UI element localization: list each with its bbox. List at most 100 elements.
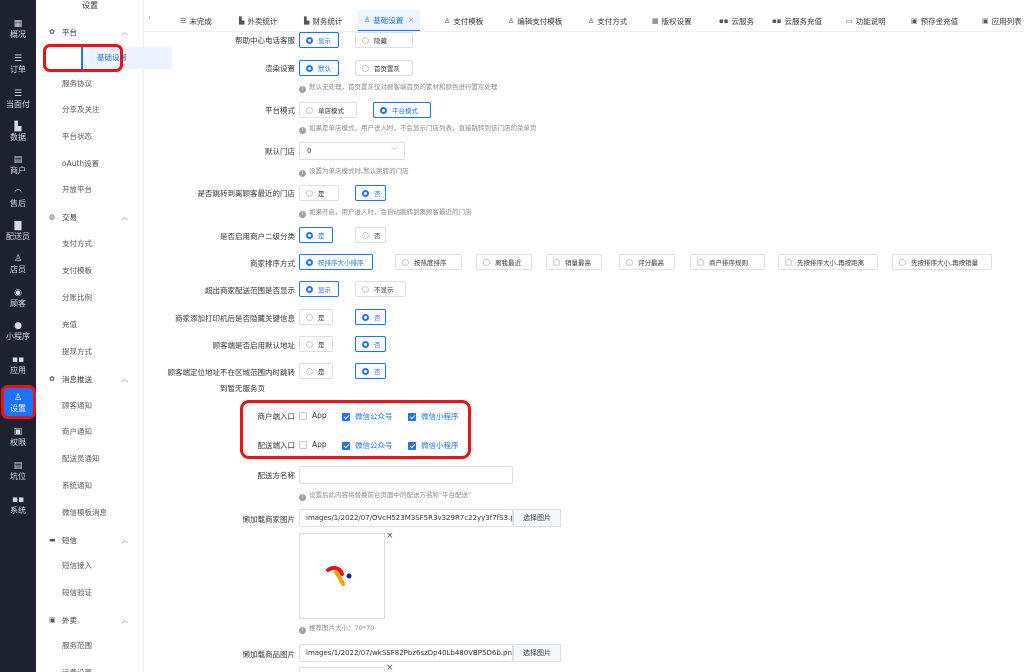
- rail-item-apps[interactable]: ▪▪ 应用: [0, 350, 36, 380]
- tab-edit-pay-template[interactable]: ♙ 编辑支付模板: [508, 10, 562, 31]
- default-address-yes-radio[interactable]: 是: [299, 336, 333, 352]
- tab-pay-method[interactable]: ♙ 支付方式: [588, 10, 627, 31]
- lazy-merchant-img-input[interactable]: images/1/2022/07/OVcH523M3SF5R3v329R7c22…: [299, 509, 513, 527]
- render-default-radio[interactable]: 默认: [299, 60, 339, 76]
- section-sms[interactable]: ▬ 短信 ︿: [36, 528, 144, 552]
- help-phone-show-radio[interactable]: 显示: [299, 32, 339, 48]
- tab-takeout-stats[interactable]: ▙ 外卖统计: [239, 10, 277, 31]
- orders-icon: ☰: [13, 53, 23, 64]
- tab-pay-template[interactable]: ♙ 支付模板: [444, 10, 484, 31]
- menu-pay-template[interactable]: 支付模板: [62, 260, 144, 282]
- out-of-range-show-radio[interactable]: 显示: [299, 281, 339, 297]
- rail-item-merchant[interactable]: ▤ 商户: [0, 150, 36, 180]
- menu-split-ratio[interactable]: 分账比例: [62, 287, 144, 309]
- locate-jump-yes-radio[interactable]: 是: [299, 363, 333, 379]
- lazy-goods-select-image-button[interactable]: 选择图片: [513, 644, 561, 662]
- radio-dot: [362, 340, 369, 348]
- rail-item-customer[interactable]: ◉ 顾客: [0, 283, 36, 313]
- list-icon: ☰: [180, 17, 187, 25]
- rail-item-rider[interactable]: ▇ 配送员: [0, 216, 36, 246]
- rail-item-slots[interactable]: ▤ 坑位: [0, 456, 36, 486]
- rail-item-clerk[interactable]: ♙ 店员: [0, 249, 36, 279]
- menu-wechat-template[interactable]: 微信模板消息: [62, 502, 144, 524]
- rail-item-system[interactable]: ▪▪ 系统: [0, 490, 36, 520]
- remove-goods-image-close-icon[interactable]: ×: [386, 663, 394, 672]
- tab-copyright[interactable]: ▦ 版权设置: [652, 10, 692, 31]
- menu-customer-notify[interactable]: 顾客通知: [62, 395, 144, 417]
- menu-oauth[interactable]: oAuth设置: [62, 153, 144, 175]
- sort-by-order-sales-radio[interactable]: 先按排序大小,再按销量: [892, 254, 992, 270]
- delivery-name-input[interactable]: [299, 466, 513, 484]
- section-platform[interactable]: ✿ 平台 ︿: [36, 20, 144, 44]
- default-address-no-radio[interactable]: 否: [355, 336, 386, 352]
- jump-nearest-yes-radio[interactable]: 是: [299, 185, 339, 201]
- platform-mode-radio[interactable]: 平台模式: [373, 102, 431, 118]
- single-store-radio[interactable]: 单店模式: [299, 102, 357, 118]
- sort-by-nearest-radio[interactable]: 离我最近: [476, 254, 532, 270]
- menu-recharge[interactable]: 充值: [62, 314, 144, 336]
- sort-by-sales-radio[interactable]: 销量最高: [546, 254, 602, 270]
- section-trade[interactable]: ◍ 交易 ︿: [36, 205, 144, 229]
- locate-jump-no-radio[interactable]: 否: [355, 363, 386, 379]
- menu-service-range[interactable]: 服务范围: [62, 635, 144, 657]
- rail-item-aftersale[interactable]: ◠ 售后: [0, 183, 36, 213]
- rail-label: 店员: [10, 264, 26, 274]
- out-of-range-hide-radio[interactable]: 不显示: [355, 281, 406, 297]
- sort-by-rating-radio[interactable]: 评分最高: [619, 254, 675, 270]
- tab-cloud[interactable]: ▪▪ 云服务: [719, 10, 754, 31]
- rail-item-data[interactable]: ▙ 数据: [0, 117, 36, 147]
- tab-finance-stats[interactable]: ▙ 财务统计: [304, 10, 342, 31]
- tab-cloud-recharge[interactable]: ▪▪ 云服务充值: [772, 10, 822, 31]
- sort-by-order-distance-radio[interactable]: 先按排序大小,再按距离: [778, 254, 878, 270]
- menu-share-follow[interactable]: 分享及关注: [62, 99, 144, 121]
- lazy-merchant-select-image-button[interactable]: 选择图片: [513, 509, 561, 527]
- menu-platform-status[interactable]: 平台状态: [62, 126, 144, 148]
- rail-item-orders[interactable]: ☰ 订单: [0, 49, 36, 79]
- close-icon[interactable]: ×: [408, 16, 414, 24]
- rail-label: 概况: [10, 29, 26, 39]
- tab-label: 未完成: [189, 16, 212, 26]
- tab-unfinished[interactable]: ☰ 未完成: [180, 10, 212, 31]
- tab-features[interactable]: ▭ 功能说明: [846, 10, 886, 31]
- tab-prepaid[interactable]: ▣ 预存金充值: [911, 10, 958, 31]
- radio-dot: [306, 36, 313, 44]
- menu-open-platform[interactable]: 开放平台: [62, 179, 144, 201]
- menu-pay-method[interactable]: 支付方式: [62, 233, 144, 255]
- section-takeout[interactable]: ▣ 外卖 ︿: [36, 608, 144, 632]
- section-push[interactable]: ✿ 消息推送 ︿: [36, 367, 144, 391]
- sort-by-hot-radio[interactable]: 按热度排序: [395, 254, 462, 270]
- sort-by-order-radio[interactable]: 按排序大小排序: [299, 254, 373, 270]
- tab-app-list[interactable]: ▣ 应用列表: [982, 10, 1022, 31]
- menu-sms-access[interactable]: 短信接入: [62, 555, 144, 577]
- default-store-select[interactable]: 0 ﹀: [299, 142, 405, 160]
- sub-category-yes-radio[interactable]: 是: [299, 227, 333, 243]
- radio-dot: [697, 258, 704, 266]
- tab-label: 支付模板: [453, 16, 484, 26]
- rail-label: 系统: [10, 505, 26, 515]
- radio-dot: [553, 258, 560, 266]
- printer-hide-yes-radio[interactable]: 是: [299, 309, 333, 325]
- menu-rider-notify[interactable]: 配送员通知: [62, 448, 144, 470]
- rail-item-overview[interactable]: ▦ 概况: [0, 14, 36, 44]
- tab-scroll-left-icon[interactable]: ‹: [148, 13, 151, 22]
- rail-item-facepay[interactable]: ☰ 当面付: [0, 84, 36, 114]
- menu-withdraw[interactable]: 提现方式: [62, 341, 144, 363]
- render-label: 渲染设置: [265, 64, 295, 73]
- radio-dot: [380, 106, 387, 114]
- menu-merchant-notify[interactable]: 商户通知: [62, 421, 144, 443]
- jump-nearest-no-radio[interactable]: 否: [355, 185, 386, 201]
- sub-category-no-radio[interactable]: 否: [355, 227, 386, 243]
- menu-service-agreement[interactable]: 服务协议: [62, 73, 144, 95]
- render-gray-radio[interactable]: 首页置灰: [355, 60, 413, 76]
- rail-item-miniprogram[interactable]: ● 小程序: [0, 316, 36, 346]
- menu-sms-verify[interactable]: 短信验证: [62, 582, 144, 604]
- lazy-goods-img-input[interactable]: images/1/2022/07/wkSSF82Pbz6szDp40Lb480V…: [299, 644, 513, 662]
- menu-freight[interactable]: 运费设置: [62, 662, 144, 672]
- menu-system-notify[interactable]: 系统通知: [62, 475, 144, 497]
- help-phone-hide-radio[interactable]: 隐藏: [355, 32, 413, 48]
- tab-basic-settings[interactable]: ♙ 基础设置 ×: [358, 10, 421, 31]
- remove-merchant-image-close-icon[interactable]: ×: [386, 531, 394, 541]
- rail-item-permissions[interactable]: ▣ 权限: [0, 422, 36, 452]
- printer-hide-no-radio[interactable]: 否: [355, 309, 386, 325]
- sort-by-merchant-rule-radio[interactable]: 商户排序规则: [690, 254, 765, 270]
